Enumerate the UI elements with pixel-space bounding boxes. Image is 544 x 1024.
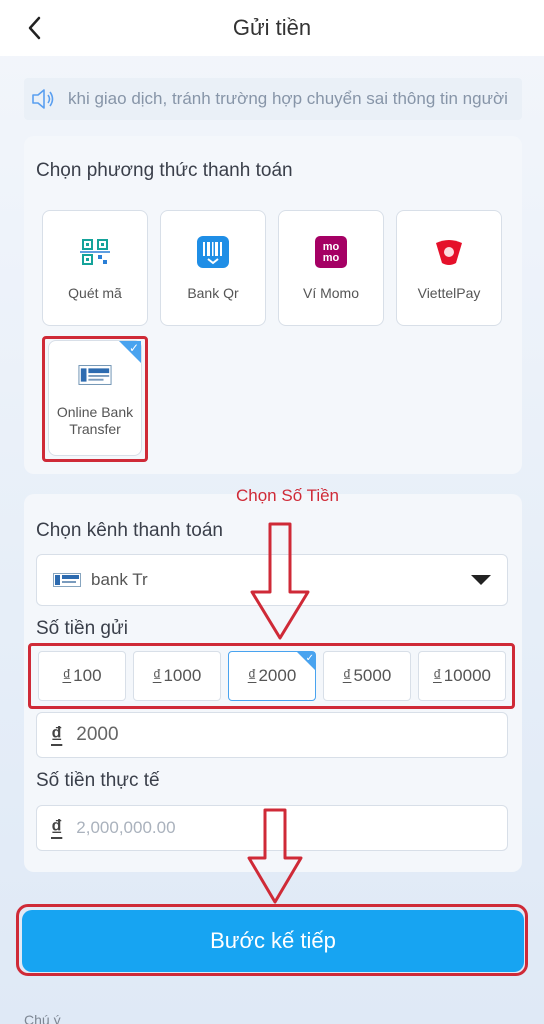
bank-transfer-icon (53, 573, 81, 587)
note-label: Chú ý (24, 1012, 61, 1024)
actual-amount-placeholder: 2,000,000.00 (76, 818, 176, 837)
annotation-choose-amount: Chọn Số Tiền (236, 486, 340, 505)
highlight-box-amount (28, 643, 515, 709)
amount-title: Số tiền gửi (36, 618, 128, 639)
method-label: ViettelPay (417, 284, 481, 301)
viettelpay-icon (436, 239, 462, 265)
page-title: Gửi tiền (232, 15, 312, 40)
chevron-left-icon (28, 16, 41, 40)
amount-input-value: 2000 (76, 724, 119, 745)
amount-input[interactable]: ₫ 2000 (36, 712, 508, 758)
channel-selected-value: bank Tr (91, 570, 148, 589)
back-button[interactable] (22, 14, 46, 42)
method-qr-scan[interactable]: Quét mã (42, 210, 148, 326)
notice-banner: khi giao dịch, tránh trường hợp chuyển s… (24, 78, 522, 120)
momo-icon: mo mo (315, 235, 347, 268)
qr-scan-icon (80, 238, 110, 265)
annotation-arrow-down (250, 522, 310, 640)
method-bank-qr[interactable]: Bank Qr (160, 210, 266, 326)
method-momo[interactable]: mo mo Ví Momo (278, 210, 384, 326)
currency-symbol: ₫ (51, 722, 63, 747)
notice-text: khi giao dịch, tránh trường hợp chuyển s… (68, 89, 508, 108)
highlight-box-method (42, 336, 148, 462)
currency-symbol: ₫ (51, 815, 63, 840)
svg-text:mo: mo (323, 252, 340, 264)
actual-amount-title: Số tiền thực tế (36, 770, 160, 791)
speaker-icon (32, 89, 54, 109)
top-bar: Gửi tiền (0, 0, 544, 56)
payment-method-title: Chọn phương thức thanh toán (36, 160, 293, 181)
highlight-box-next (16, 904, 528, 976)
caret-down-icon (471, 575, 491, 585)
method-label: Bank Qr (187, 284, 239, 301)
method-label: Ví Momo (302, 284, 359, 301)
method-label: Quét mã (68, 284, 122, 301)
bank-qr-icon (197, 235, 229, 268)
channel-title: Chọn kênh thanh toán (36, 520, 223, 541)
method-viettelpay[interactable]: ViettelPay (396, 210, 502, 326)
annotation-arrow-down (247, 808, 303, 904)
